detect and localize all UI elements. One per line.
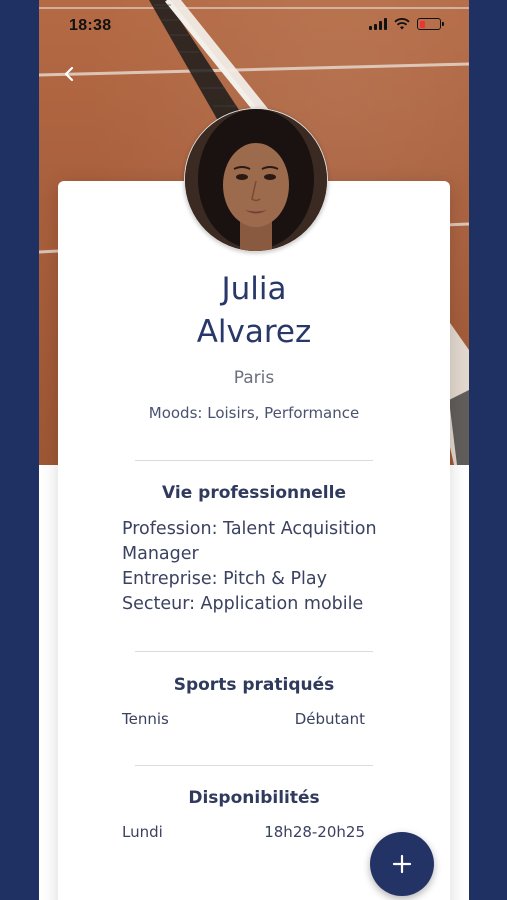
professional-details: Profession: Talent Acquisition Manager E… xyxy=(122,517,422,617)
sport-level: Débutant xyxy=(294,710,365,728)
divider xyxy=(135,765,373,766)
profile-moods: Moods: Loisirs, Performance xyxy=(39,404,469,422)
last-name: Alvarez xyxy=(196,314,312,350)
divider xyxy=(135,460,373,461)
status-bar: 18:38 xyxy=(39,0,469,46)
profession-line: Profession: Talent Acquisition xyxy=(122,519,377,539)
profile-screen: 18:38 Julia Alvarez Paris Moods: Loisirs… xyxy=(39,0,469,900)
section-title-sports: Sports pratiqués xyxy=(173,675,335,695)
avatar-portrait xyxy=(185,109,327,251)
wifi-icon xyxy=(394,18,410,30)
availability-day: Lundi xyxy=(122,823,163,841)
company-line: Entreprise: Pitch & Play xyxy=(122,569,327,589)
profile-city: Paris xyxy=(233,368,275,388)
status-time: 18:38 xyxy=(69,17,112,34)
add-button[interactable] xyxy=(370,832,434,896)
profession-line-continued: Manager xyxy=(122,544,199,564)
divider xyxy=(135,651,373,652)
battery-icon xyxy=(417,18,444,30)
moods-label: Moods: xyxy=(148,404,208,422)
profile-name: Julia Alvarez xyxy=(39,268,469,354)
plus-icon xyxy=(392,854,412,874)
section-title-availability: Disponibilités xyxy=(188,788,320,808)
chevron-left-icon xyxy=(64,66,74,82)
first-name: Julia xyxy=(221,271,287,307)
sport-name: Tennis xyxy=(122,710,169,728)
moods-value: Loisirs, Performance xyxy=(207,404,360,422)
back-button[interactable] xyxy=(57,62,81,86)
avatar xyxy=(184,108,328,252)
sector-line: Secteur: Application mobile xyxy=(122,594,364,614)
status-icons xyxy=(369,18,444,30)
section-title-professional: Vie professionnelle xyxy=(162,483,346,503)
signal-icon xyxy=(369,18,387,30)
availability-hours: 18h28-20h25 xyxy=(264,823,365,841)
availability-row: Lundi 18h28-20h25 xyxy=(122,823,365,841)
sport-row: Tennis Débutant xyxy=(122,710,365,728)
